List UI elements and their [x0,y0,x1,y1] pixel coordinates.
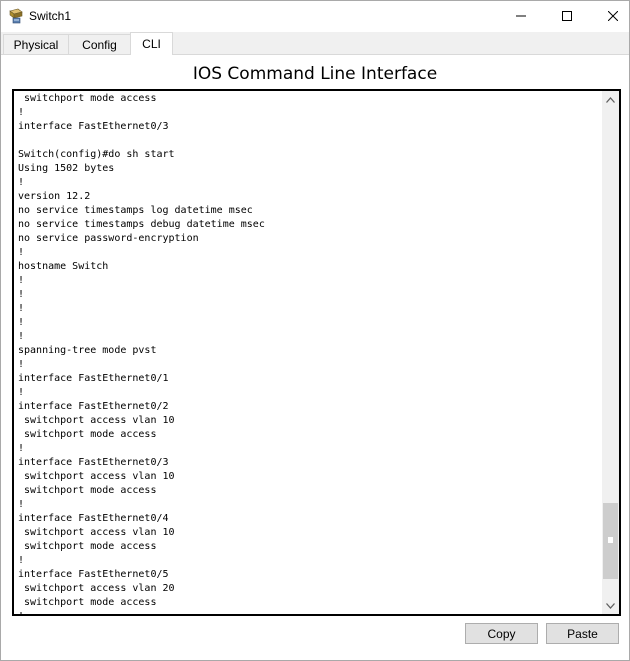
cli-console[interactable]: switchport mode access! interface FastEth… [12,89,621,616]
console-line: switchport access vlan 10 [18,471,175,482]
console-line: ! [18,331,25,342]
console-line: no service password-encryption [18,233,199,244]
console-line: interface FastEthernet0/4 [18,513,169,524]
chevron-down-icon [606,602,615,609]
console-line: spanning-tree mode pvst [18,345,157,356]
console-line: Switch(config)#do sh start [18,149,175,160]
console-line: ! [18,247,25,258]
console-line: ! [18,499,25,510]
maximize-button[interactable] [544,1,590,31]
chevron-up-icon [606,96,615,103]
console-line: ! [18,177,25,188]
page-title: IOS Command Line Interface [192,64,438,84]
scroll-up-button[interactable] [602,91,619,108]
console-line: version 12.2 [18,191,91,202]
minimize-button[interactable] [498,1,544,31]
console-line: hostname Switch [18,261,109,272]
console-line: ! [18,303,25,314]
console-line: no service timestamps debug datetime mse… [18,219,265,230]
maximize-icon [562,11,572,21]
console-line: ! [18,359,25,370]
console-line: interface FastEthernet0/2 [18,401,169,412]
scroll-grip-icon [607,536,614,544]
console-line: switchport access vlan 20 [18,583,175,594]
console-line: no service timestamps log datetime msec [18,205,253,216]
console-line: ! [18,275,25,286]
tab-physical[interactable]: Physical [3,34,69,54]
console-line: interface FastEthernet0/1 [18,373,169,384]
console-line: Using 1502 bytes [18,163,115,174]
console-line: switchport mode access [18,485,157,496]
switch-app-icon [8,8,24,24]
minimize-icon [516,15,526,17]
console-line: ! [18,317,25,328]
paste-button[interactable]: Paste [546,623,619,644]
scroll-thumb[interactable] [603,503,618,579]
console-line: interface FastEthernet0/5 [18,569,169,580]
console-output[interactable]: switchport mode access! interface FastEth… [18,92,603,614]
console-line: switchport mode access [18,93,157,104]
console-line: switchport access vlan 10 [18,415,175,426]
console-line: ! [18,555,25,566]
switch-window: Switch1 Physical Config CLI IOS Command … [0,0,630,661]
window-title: Switch1 [29,9,72,23]
console-line: switchport mode access [18,429,157,440]
title-bar[interactable]: Switch1 [1,1,629,31]
console-line: interface FastEthernet0/3 [18,457,169,468]
console-line: switchport mode access [18,541,157,552]
console-line: ! [18,443,25,454]
console-line: switchport access vlan 10 [18,527,175,538]
console-line: ! [18,289,25,300]
console-scrollbar[interactable] [602,91,619,614]
copy-button[interactable]: Copy [465,623,538,644]
console-line: interface FastEthernet0/3 [18,121,169,132]
tab-strip: Physical Config CLI [1,32,629,55]
close-icon [608,11,618,21]
console-line: ! [18,107,25,118]
console-line: switchport mode access [18,597,157,608]
console-line: ! [18,610,603,614]
scroll-down-button[interactable] [602,597,619,614]
close-button[interactable] [590,1,630,31]
console-line: ! [18,387,25,398]
tab-config[interactable]: Config [68,34,131,54]
tab-cli[interactable]: CLI [130,32,173,55]
